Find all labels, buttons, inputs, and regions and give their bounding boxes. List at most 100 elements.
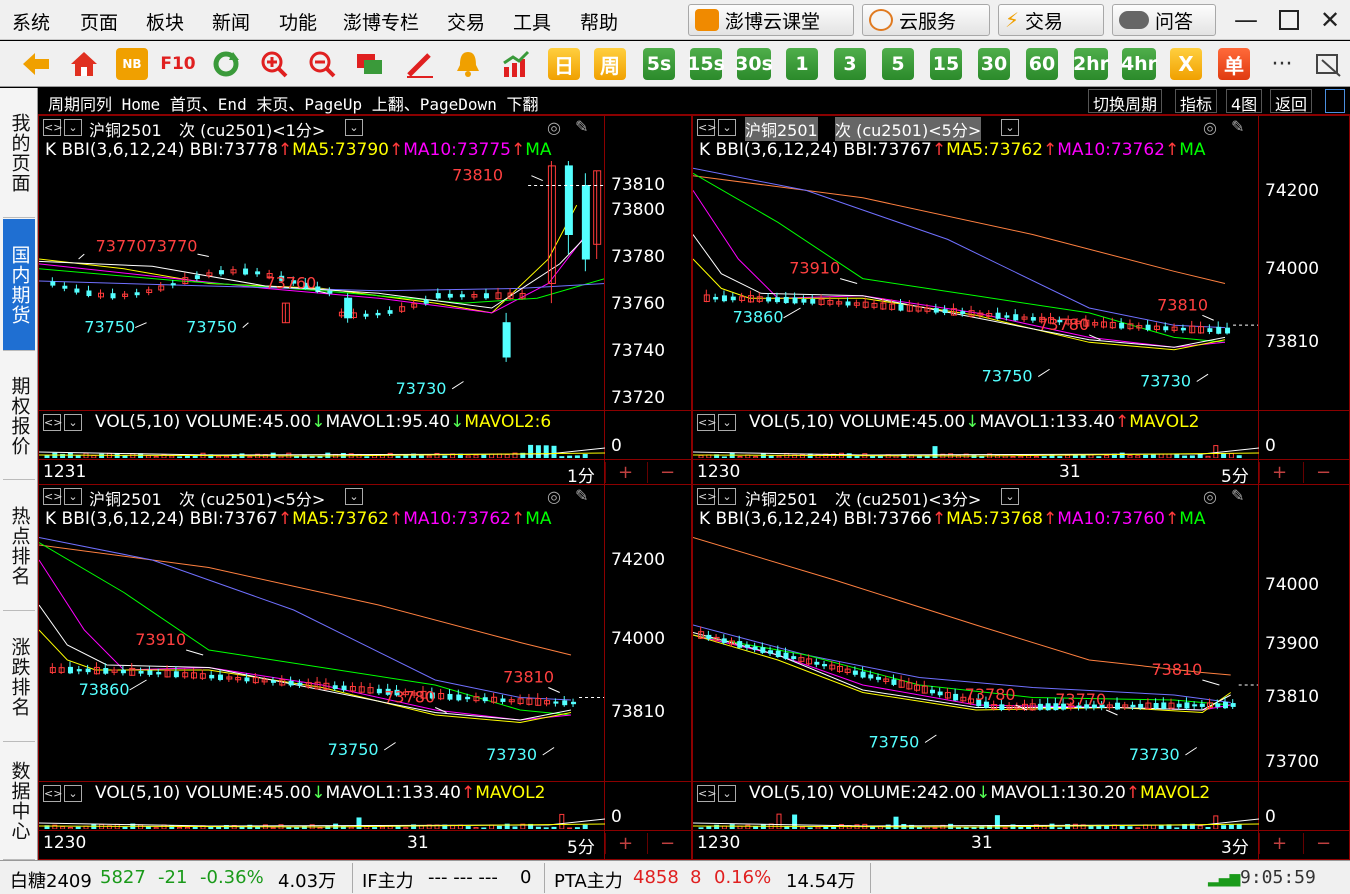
maximize-icon[interactable]: [1275, 6, 1303, 34]
refresh-icon[interactable]: [210, 48, 242, 80]
menu-trade[interactable]: 交易: [447, 8, 485, 35]
windows-icon[interactable]: [354, 48, 386, 80]
dropdown-icon[interactable]: ⌄: [345, 119, 363, 136]
period-30s-button[interactable]: 30s: [735, 48, 773, 80]
zoom-minus-button[interactable]: −: [647, 833, 687, 854]
back-arrow-icon[interactable]: [20, 48, 52, 80]
dropdown-icon[interactable]: ⌄: [64, 119, 82, 136]
sidebar-tab-options[interactable]: 期权报价: [3, 352, 35, 480]
dropdown-icon[interactable]: ⌄: [64, 414, 82, 431]
kline-chart[interactable]: 73810 73770 73770 73760 73750 73750 73730: [39, 161, 605, 406]
expand-icon[interactable]: <>: [697, 785, 716, 802]
kline-chart[interactable]: 73810 73780 73770 73750 73730: [693, 530, 1259, 780]
indicator-button[interactable]: 指标: [1175, 89, 1218, 114]
dropdown-icon[interactable]: ⌄: [64, 785, 82, 802]
period-week-button[interactable]: 周: [594, 48, 626, 80]
menu-news[interactable]: 新闻: [212, 8, 250, 35]
dropdown-icon[interactable]: ⌄: [718, 785, 736, 802]
draw-pen-icon[interactable]: [404, 48, 436, 80]
f10-button[interactable]: F10: [160, 48, 195, 80]
contract-name[interactable]: 沪铜2501: [745, 486, 818, 510]
menu-sector[interactable]: 板块: [146, 8, 184, 35]
edit-pen-icon[interactable]: ✎: [575, 117, 588, 136]
expand-icon[interactable]: <>: [697, 414, 716, 431]
edit-pen-icon[interactable]: ✎: [1231, 486, 1244, 505]
chart-panel-3[interactable]: <> ⌄ 沪铜2501 次 (cu2501)<5分> ⌄ ◎ ✎ K BBI(3…: [38, 484, 692, 861]
ticker-name[interactable]: PTA主力: [554, 867, 623, 893]
order-button[interactable]: 单: [1218, 48, 1250, 80]
minimize-icon[interactable]: —: [1232, 6, 1260, 34]
dropdown-icon[interactable]: ⌄: [718, 414, 736, 431]
cloud-service-button[interactable]: 云服务: [862, 4, 990, 36]
dropdown-icon[interactable]: ⌄: [718, 119, 736, 136]
edit-pen-icon[interactable]: ✎: [575, 486, 588, 505]
alert-bell-icon[interactable]: [452, 48, 484, 80]
period-3m-button[interactable]: 3: [834, 48, 866, 80]
menu-system[interactable]: 系统: [12, 8, 50, 35]
period-60m-button[interactable]: 60: [1026, 48, 1058, 80]
sidebar-tab-data-center[interactable]: 数据中心: [3, 743, 35, 860]
classroom-button[interactable]: 澎博云课堂: [688, 4, 854, 36]
zoom-minus-button[interactable]: −: [1303, 833, 1343, 854]
hide-eye-icon[interactable]: ◎: [1203, 118, 1217, 137]
contract-name[interactable]: 沪铜2501: [745, 117, 818, 141]
panel-toggle-icon[interactable]: [1325, 89, 1345, 113]
hide-eye-icon[interactable]: ◎: [547, 487, 561, 506]
period-label[interactable]: 5分: [567, 833, 595, 858]
menu-page[interactable]: 页面: [80, 8, 118, 35]
expand-icon[interactable]: <>: [697, 119, 716, 136]
expand-icon[interactable]: <>: [43, 488, 62, 505]
home-icon[interactable]: [68, 48, 100, 80]
dropdown-icon[interactable]: ⌄: [345, 488, 363, 505]
return-button[interactable]: 返回: [1270, 89, 1313, 114]
x-button[interactable]: X: [1170, 48, 1202, 80]
kline-chart[interactable]: 73910 73860 73810 73780 73750 73730: [693, 161, 1259, 406]
period-1m-button[interactable]: 1: [786, 48, 818, 80]
dropdown-icon[interactable]: ⌄: [1001, 119, 1019, 136]
zoom-minus-button[interactable]: −: [647, 462, 687, 483]
kline-chart[interactable]: 73910 73860 73810 73780 73750 73730: [39, 530, 605, 780]
ticker-name[interactable]: 白糖2409: [10, 867, 92, 893]
period-15m-button[interactable]: 15: [930, 48, 962, 80]
trend-chart-icon[interactable]: [500, 48, 532, 80]
contract-name[interactable]: 沪铜2501: [89, 117, 162, 141]
period-day-button[interactable]: 日: [548, 48, 580, 80]
zoom-plus-button[interactable]: +: [1259, 462, 1299, 483]
zoom-plus-button[interactable]: +: [605, 462, 645, 483]
period-30m-button[interactable]: 30: [978, 48, 1010, 80]
close-icon[interactable]: ✕: [1316, 6, 1344, 34]
sidebar-tab-my-page[interactable]: 我的页面: [3, 88, 35, 218]
zoom-out-icon[interactable]: [306, 48, 338, 80]
pin-icon[interactable]: [1312, 48, 1344, 80]
menu-help[interactable]: 帮助: [580, 8, 618, 35]
period-label[interactable]: 3分: [1221, 833, 1249, 858]
zoom-minus-button[interactable]: −: [1303, 462, 1343, 483]
zoom-plus-button[interactable]: +: [605, 833, 645, 854]
four-chart-button[interactable]: 4图: [1226, 89, 1263, 114]
expand-icon[interactable]: <>: [697, 488, 716, 505]
chart-panel-2[interactable]: <> ⌄ 沪铜2501 次 (cu2501)<5分> ⌄ ◎ ✎ K BBI(3…: [692, 115, 1350, 487]
period-5s-button[interactable]: 5s: [643, 48, 675, 80]
hide-eye-icon[interactable]: ◎: [1203, 487, 1217, 506]
period-2hr-button[interactable]: 2hr: [1073, 48, 1109, 80]
expand-icon[interactable]: <>: [43, 119, 62, 136]
menu-column[interactable]: 澎博专栏: [343, 8, 419, 35]
sidebar-tab-domestic-futures[interactable]: 国内期货: [3, 219, 35, 351]
more-icon[interactable]: ···: [1266, 48, 1298, 80]
switch-period-button[interactable]: 切换周期: [1088, 89, 1163, 114]
contract-name[interactable]: 沪铜2501: [89, 486, 162, 510]
ticker-name[interactable]: IF主力: [362, 867, 414, 893]
chart-panel-1[interactable]: <> ⌄ 沪铜2501 次 (cu2501)<1分> ⌄ ◎ ✎ K BBI(3…: [38, 115, 692, 487]
dropdown-icon[interactable]: ⌄: [1001, 488, 1019, 505]
dropdown-icon[interactable]: ⌄: [718, 488, 736, 505]
period-5m-button[interactable]: 5: [882, 48, 914, 80]
note-icon[interactable]: NB: [116, 48, 148, 80]
menu-tools[interactable]: 工具: [513, 8, 551, 35]
zoom-in-icon[interactable]: [258, 48, 290, 80]
zoom-plus-button[interactable]: +: [1259, 833, 1299, 854]
edit-pen-icon[interactable]: ✎: [1231, 117, 1244, 136]
chart-panel-4[interactable]: <> ⌄ 沪铜2501 次 (cu2501)<3分> ⌄ ◎ ✎ K BBI(3…: [692, 484, 1350, 861]
period-15s-button[interactable]: 15s: [687, 48, 725, 80]
sidebar-tab-change-rank[interactable]: 涨跌排名: [3, 612, 35, 742]
expand-icon[interactable]: <>: [43, 785, 62, 802]
